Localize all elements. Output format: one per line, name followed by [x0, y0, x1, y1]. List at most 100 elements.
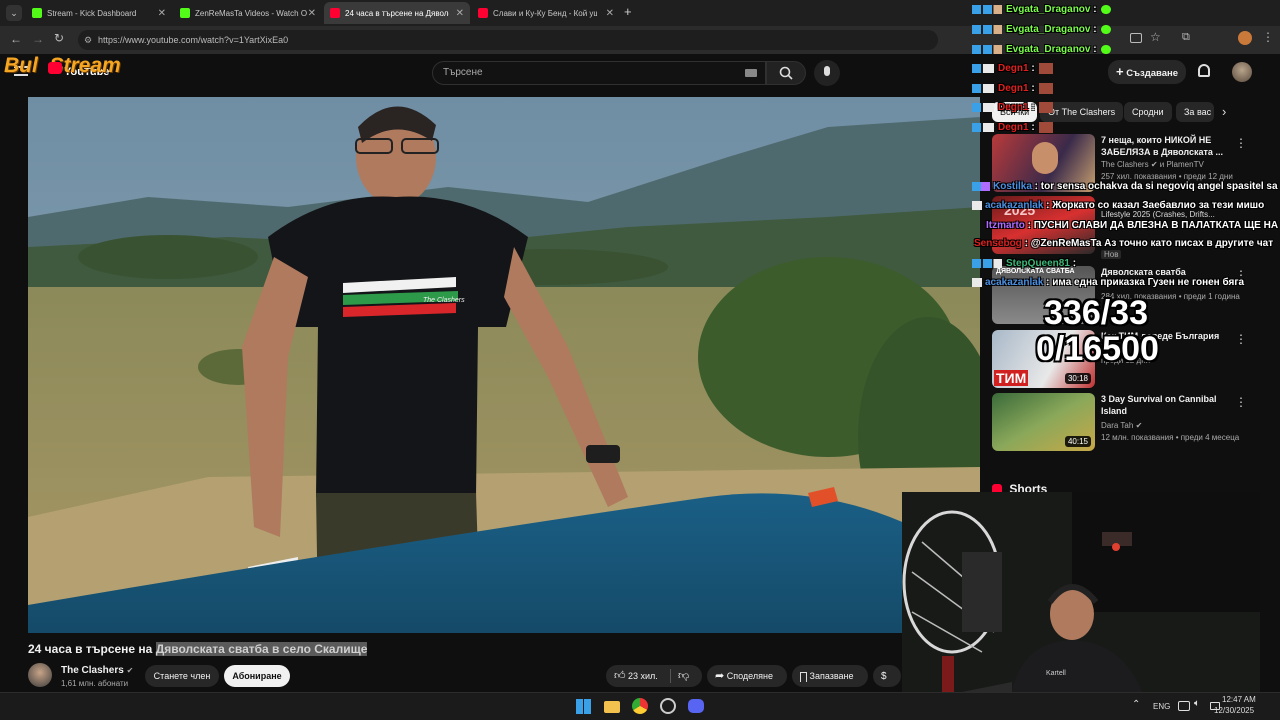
chat-username: StepQueen81	[1006, 258, 1070, 269]
youtube-icon	[478, 8, 488, 18]
recommendation-title[interactable]: 3 Day Survival on Cannibal Island	[1101, 393, 1231, 417]
webcam-shirt-text: Kartell	[1046, 670, 1066, 677]
chat-username: Degn1	[998, 83, 1029, 95]
chevron-up-icon[interactable]: ⌃	[1132, 699, 1140, 710]
chat-message: Itzmarto : ПУСНИ СЛАВИ ДА ВЛЕЗНА В ПАЛАТ…	[986, 220, 1279, 231]
new-tab-icon[interactable]: +	[624, 4, 632, 19]
video-title: 24 часа в търсене на Дяволската сватба в…	[28, 642, 368, 656]
video-player[interactable]: The Clashers	[28, 97, 980, 633]
close-tab-icon[interactable]: ✕	[158, 8, 166, 19]
chat-text: ПУСНИ СЛАВИ ДА ВЛЕЗНА В ПАЛАТКАТА ЩЕ НА	[1033, 220, 1279, 231]
channel-name[interactable]: The Clashers ✔	[61, 665, 133, 676]
thumbnail-text: ТИМ	[994, 370, 1029, 386]
youtube-play-icon	[48, 62, 62, 74]
language-indicator[interactable]: ENG	[1153, 702, 1170, 711]
save-label: Запазване	[809, 671, 854, 681]
search-placeholder: Търсене	[443, 67, 483, 78]
obs-icon[interactable]	[660, 698, 676, 714]
windows-taskbar: ⌃ ENG 🔈︎ 12:47 AM 12/30/2025	[0, 692, 1280, 720]
keyboard-icon[interactable]	[745, 69, 757, 77]
tab-list-chevron-icon[interactable]: ⌄	[6, 5, 22, 21]
recommendation-item[interactable]: 40:15 3 Day Survival on Cannibal Island …	[992, 393, 1272, 451]
close-tab-icon[interactable]: ✕	[308, 8, 316, 19]
chat-badge-icons	[972, 64, 994, 73]
voice-search-icon[interactable]	[814, 60, 840, 86]
chat-message: Degn1 :	[972, 102, 1053, 113]
chat-message: Evgata_Draganov :	[972, 24, 1111, 35]
chat-badge-icons	[972, 181, 990, 191]
site-info-icon[interactable]: ⚙	[84, 30, 92, 50]
chat-badge-icons	[972, 277, 982, 287]
chat-badge-icons	[972, 123, 994, 132]
video-duration: 40:15	[1064, 436, 1091, 447]
chat-badge-icons	[972, 200, 982, 210]
thumbs-down-icon[interactable]: 👎︎	[678, 665, 689, 687]
channel-avatar[interactable]	[28, 663, 52, 687]
chat-text: Жоркато со казал Заебавлио за тези мишо	[1052, 200, 1265, 211]
emote-icon	[1038, 122, 1053, 133]
search-input[interactable]: Търсене	[432, 61, 766, 85]
search-button[interactable]	[766, 61, 806, 85]
chat-message: StepQueen81 :	[972, 258, 1076, 269]
kick-icon	[32, 8, 42, 18]
video-title-text: 24 часа в търсене на	[28, 642, 156, 656]
tab-kick-dashboard[interactable]: Stream - Kick Dashboard ✕	[26, 2, 172, 24]
counter-bottom: 0/16500	[1036, 330, 1159, 368]
chat-username: Evgata_Draganov	[1006, 44, 1091, 55]
thanks-button[interactable]: $	[873, 665, 901, 687]
shirt-brand-text: The Clashers	[423, 297, 465, 304]
chat-username: Evgata_Draganov	[1006, 24, 1091, 35]
verified-icon: ✔	[1135, 421, 1143, 430]
tab-slavi-kuku-band[interactable]: Слави и Ку-Ку Бенд - Кой уш ✕	[472, 2, 620, 24]
share-button[interactable]: ➦ Споделяне	[707, 665, 787, 687]
chat-message: Evgata_Draganov :	[972, 4, 1111, 15]
tab-label: ZenReMasTa Videos - Watch O	[195, 8, 308, 18]
chat-username: acakazanlak	[985, 277, 1044, 288]
more-actions-icon[interactable]: ⋮	[1235, 332, 1247, 346]
url-field[interactable]: ⚙ https://www.youtube.com/watch?v=1YartX…	[78, 30, 938, 50]
reload-icon[interactable]: ↻	[54, 31, 64, 45]
chrome-icon[interactable]	[632, 698, 648, 714]
join-member-button[interactable]: Станете член	[145, 665, 219, 687]
close-tab-icon[interactable]: ✕	[606, 8, 614, 19]
verified-icon: ✔	[126, 666, 134, 675]
emote-icon	[1100, 4, 1111, 14]
chat-username: Evgata_Draganov	[1006, 4, 1091, 15]
emote-icon	[1100, 44, 1111, 54]
chat-badge-icons	[972, 84, 994, 93]
youtube-icon	[330, 8, 340, 18]
network-icon[interactable]	[1178, 701, 1190, 711]
video-duration: 30:18	[1064, 373, 1091, 384]
file-explorer-icon[interactable]	[604, 701, 620, 713]
chat-username: Kostilka	[993, 181, 1032, 192]
tab-youtube-active[interactable]: 24 часа в търсене на Дяволск ✕	[324, 2, 470, 24]
more-actions-icon[interactable]: ⋮	[1235, 395, 1247, 409]
volume-icon[interactable]: 🔈︎	[1194, 698, 1200, 709]
clock-date[interactable]: 12/30/2025	[1214, 706, 1254, 715]
chat-overlay: Evgata_Draganov : Evgata_Draganov : Evga…	[972, 0, 1280, 290]
chat-badge-icons	[972, 24, 1002, 34]
discord-icon[interactable]	[688, 699, 704, 713]
clock-time[interactable]: 12:47 AM	[1222, 695, 1256, 704]
back-icon[interactable]: ←	[10, 32, 22, 46]
like-button[interactable]: 👍︎ 23 хил. 👎︎	[606, 665, 702, 687]
brand-text: Bul Stream	[4, 54, 121, 77]
chat-username: Sensebog	[974, 238, 1022, 249]
close-tab-icon[interactable]: ✕	[456, 8, 464, 19]
like-count: 23 хил.	[628, 671, 658, 681]
windows-start-icon[interactable]	[576, 699, 591, 714]
forward-icon[interactable]: →	[32, 32, 44, 46]
chat-badge-icons	[972, 4, 1002, 14]
url-text: https://www.youtube.com/watch?v=1YartXix…	[98, 35, 289, 45]
save-button[interactable]: Запазване	[792, 665, 868, 687]
chat-badge-icons	[972, 44, 1002, 54]
thanks-icon: $	[881, 671, 887, 682]
tab-zenremasta-videos[interactable]: ZenReMasTa Videos - Watch O ✕	[174, 2, 322, 24]
emote-icon	[1100, 24, 1111, 34]
subscribe-button[interactable]: Абониране	[224, 665, 290, 687]
recommendation-channel[interactable]: Dara Tah ✔	[1101, 421, 1142, 430]
tab-label: Слави и Ку-Ку Бенд - Кой уш	[493, 8, 597, 18]
chat-text: @ZenReMasTa Аз точно като писах в другит…	[1030, 238, 1274, 249]
video-thumbnail[interactable]: 40:15	[992, 393, 1095, 451]
chat-badge-icons	[972, 258, 1002, 268]
